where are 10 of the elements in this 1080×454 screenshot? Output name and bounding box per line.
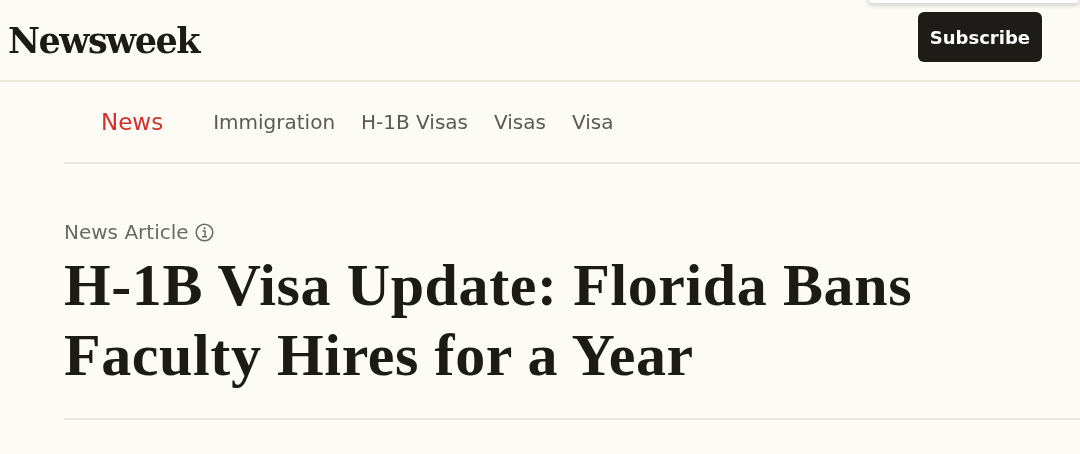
topic-link[interactable]: Visas [494, 110, 546, 134]
topic-link[interactable]: Immigration [213, 110, 336, 134]
section-link[interactable]: News [101, 109, 164, 135]
subscribe-button[interactable]: Subscribe [917, 12, 1042, 62]
site-logo[interactable]: Newsweek [8, 19, 199, 61]
headline: H-1B Visa Update: Florida Bans Faculty Hires for a Year [64, 251, 914, 390]
topic-link[interactable]: Visa [571, 110, 614, 134]
info-icon[interactable] [194, 222, 214, 242]
topic-link[interactable]: H-1B Visas [361, 110, 468, 134]
article-type: News Article [64, 220, 189, 244]
